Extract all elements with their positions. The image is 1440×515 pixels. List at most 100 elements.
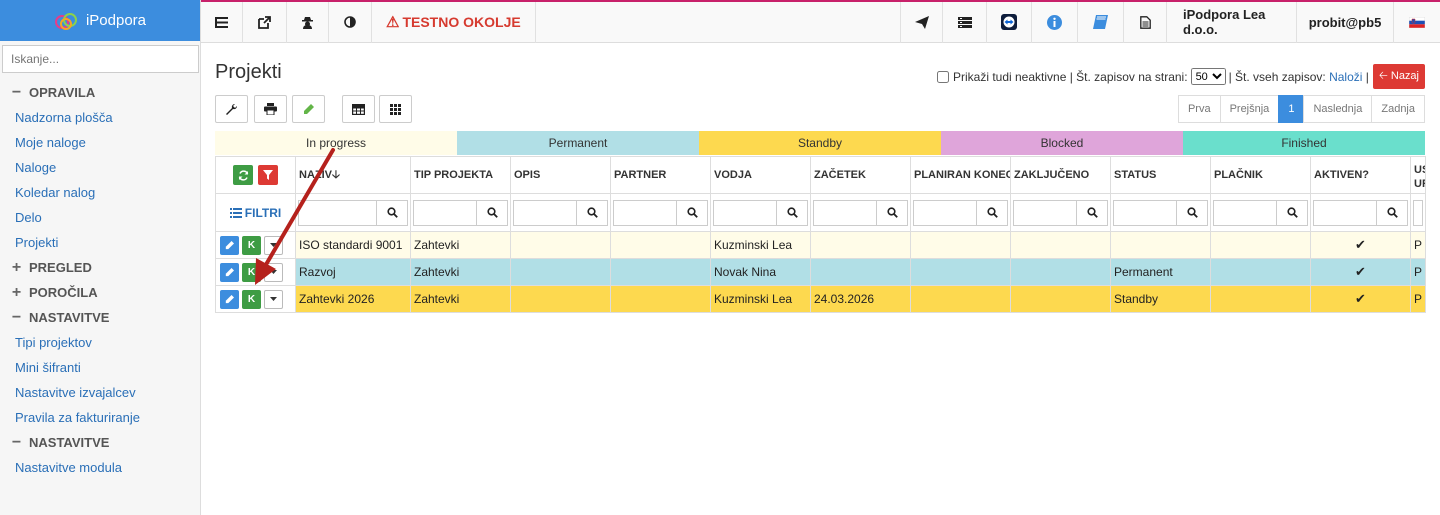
menu-toggle-button[interactable] bbox=[201, 1, 243, 43]
column-filter-input[interactable] bbox=[1113, 199, 1176, 226]
sidebar-section-3[interactable]: − NASTAVITVE bbox=[0, 305, 200, 330]
sidebar-item[interactable]: Pravila za fakturiranje bbox=[0, 405, 200, 430]
contrast-toggle-button[interactable] bbox=[329, 1, 372, 43]
column-header[interactable]: VODJA bbox=[710, 156, 811, 194]
column-filter-input[interactable] bbox=[1413, 199, 1423, 226]
header-actions bbox=[215, 156, 296, 194]
column-filter-input[interactable] bbox=[613, 199, 676, 226]
sidebar-section-1[interactable]: + PREGLED bbox=[0, 255, 200, 280]
column-filter-input[interactable] bbox=[513, 199, 576, 226]
edit-button[interactable] bbox=[292, 95, 325, 123]
pager-last[interactable]: Zadnja bbox=[1371, 95, 1425, 123]
table-view-button[interactable] bbox=[342, 95, 375, 123]
column-filter-search-button[interactable] bbox=[776, 199, 808, 226]
print-button[interactable] bbox=[254, 95, 287, 123]
column-header[interactable]: PARTNER bbox=[610, 156, 711, 194]
sidebar-section-4[interactable]: − NASTAVITVE bbox=[0, 430, 200, 455]
column-header[interactable]: US UR bbox=[1410, 156, 1426, 194]
brand[interactable]: iPodpora bbox=[0, 0, 200, 41]
column-filter-search-button[interactable] bbox=[376, 199, 408, 226]
sidebar-item[interactable]: Nastavitve izvajalcev bbox=[0, 380, 200, 405]
row-k-button[interactable]: K bbox=[242, 289, 261, 309]
pager-next[interactable]: Naslednja bbox=[1303, 95, 1373, 123]
table-row[interactable]: K Razvoj Zahtevki Novak Nina Permanent ✔ P bbox=[215, 258, 1426, 286]
filter-cell bbox=[295, 193, 411, 232]
sidebar-search-input[interactable] bbox=[2, 45, 199, 73]
row-edit-button[interactable] bbox=[220, 262, 239, 282]
column-filter-search-button[interactable] bbox=[1376, 199, 1408, 226]
pager-first[interactable]: Prva bbox=[1177, 95, 1221, 123]
column-header[interactable]: ZAČETEK bbox=[810, 156, 911, 194]
column-filter-search-button[interactable] bbox=[1276, 199, 1308, 226]
filters-toggle[interactable]: FILTRI bbox=[218, 206, 293, 220]
sidebar-section-2[interactable]: + POROČILA bbox=[0, 280, 200, 305]
column-filter-search-button[interactable] bbox=[576, 199, 608, 226]
row-edit-button[interactable] bbox=[220, 235, 239, 255]
column-filter-input[interactable] bbox=[413, 199, 476, 226]
column-filter-search-button[interactable] bbox=[1076, 199, 1108, 226]
search-icon bbox=[386, 207, 398, 218]
sidebar-item[interactable]: Mini šifranti bbox=[0, 355, 200, 380]
language-selector[interactable] bbox=[1394, 2, 1440, 43]
user-menu[interactable]: probit@pb5 bbox=[1297, 1, 1394, 43]
column-filter-input[interactable] bbox=[1013, 199, 1076, 226]
column-header[interactable]: PLANIRAN KONEC bbox=[910, 156, 1011, 194]
column-filter-input[interactable] bbox=[298, 199, 376, 226]
row-edit-button[interactable] bbox=[220, 289, 239, 309]
teamviewer-button[interactable] bbox=[987, 1, 1032, 43]
refresh-button[interactable] bbox=[233, 165, 253, 185]
pager-current[interactable]: 1 bbox=[1278, 95, 1305, 123]
column-header[interactable]: PLAČNIK bbox=[1210, 156, 1311, 194]
show-inactive-checkbox[interactable] bbox=[936, 70, 949, 83]
column-filter-input[interactable] bbox=[1213, 199, 1276, 226]
row-dropdown-button[interactable] bbox=[264, 262, 283, 282]
grid-view-button[interactable] bbox=[379, 95, 412, 123]
column-filter-search-button[interactable] bbox=[976, 199, 1008, 226]
pencil-icon bbox=[304, 103, 314, 114]
column-header[interactable]: ZAKLJUČENO bbox=[1010, 156, 1111, 194]
column-filter-input[interactable] bbox=[913, 199, 976, 226]
sidebar-section-0[interactable]: − OPRAVILA bbox=[0, 80, 200, 105]
company-selector[interactable]: iPodpora Lea d.o.o. bbox=[1167, 1, 1297, 43]
column-header[interactable]: STATUS bbox=[1110, 156, 1211, 194]
pager-prev[interactable]: Prejšnja bbox=[1219, 95, 1280, 123]
incognito-button[interactable] bbox=[287, 1, 329, 43]
row-k-button[interactable]: K bbox=[242, 235, 261, 255]
column-filter-search-button[interactable] bbox=[876, 199, 908, 226]
info-button[interactable] bbox=[1032, 1, 1078, 43]
settings-button[interactable] bbox=[215, 95, 248, 123]
sidebar-item[interactable]: Nadzorna plošča bbox=[0, 105, 200, 130]
table-row[interactable]: K ISO standardi 9001 Zahtevki Kuzminski Lea… bbox=[215, 231, 1426, 259]
table-row[interactable]: K Zahtevki 2026 Zahtevki Kuzminski Lea 24.03… bbox=[215, 285, 1426, 313]
row-k-button[interactable]: K bbox=[242, 262, 261, 282]
sidebar-item[interactable]: Nastavitve modula bbox=[0, 455, 200, 480]
column-filter-input[interactable] bbox=[713, 199, 776, 226]
clear-filter-button[interactable] bbox=[258, 165, 278, 185]
column-header[interactable]: AKTIVEN? bbox=[1310, 156, 1411, 194]
send-button[interactable] bbox=[901, 1, 943, 43]
server-button[interactable] bbox=[943, 1, 987, 43]
column-filter-search-button[interactable] bbox=[676, 199, 708, 226]
sidebar-item[interactable]: Delo bbox=[0, 205, 200, 230]
row-dropdown-button[interactable] bbox=[264, 289, 283, 309]
sidebar-item[interactable]: Naloge bbox=[0, 155, 200, 180]
per-page-select[interactable]: 50 bbox=[1190, 68, 1226, 85]
column-filter-input[interactable] bbox=[813, 199, 876, 226]
back-button[interactable]: 🡠 Nazaj bbox=[1372, 64, 1425, 89]
sidebar-item[interactable]: Moje naloge bbox=[0, 130, 200, 155]
document-button[interactable] bbox=[1124, 1, 1167, 43]
column-header[interactable]: TIP PROJEKTA bbox=[410, 156, 511, 194]
external-link-button[interactable] bbox=[243, 1, 287, 43]
column-header-label: OPIS bbox=[514, 169, 541, 181]
sidebar-item[interactable]: Projekti bbox=[0, 230, 200, 255]
column-filter-search-button[interactable] bbox=[1176, 199, 1208, 226]
sidebar-item[interactable]: Tipi projektov bbox=[0, 330, 200, 355]
sidebar-item[interactable]: Koledar nalog bbox=[0, 180, 200, 205]
column-filter-search-button[interactable] bbox=[476, 199, 508, 226]
column-filter-input[interactable] bbox=[1313, 199, 1376, 226]
load-link[interactable]: Naloži bbox=[1329, 70, 1362, 84]
column-header[interactable]: NAZIV🡣 bbox=[295, 156, 411, 194]
manual-button[interactable] bbox=[1078, 1, 1124, 43]
column-header[interactable]: OPIS bbox=[510, 156, 611, 194]
row-dropdown-button[interactable] bbox=[264, 235, 283, 255]
